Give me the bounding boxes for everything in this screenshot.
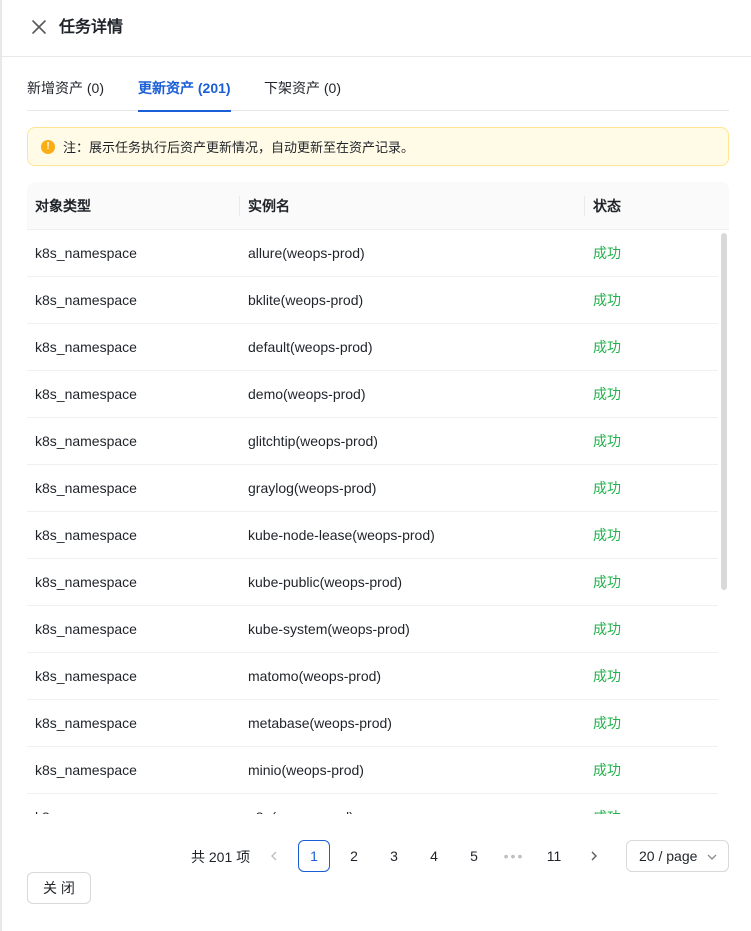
column-header-name: 实例名 [248, 198, 290, 214]
cell-instance-name: n8n(weops-prod) [248, 794, 354, 814]
page-2-button[interactable]: 2 [338, 840, 370, 872]
table-header: 对象类型 实例名 状态 [27, 182, 729, 230]
page-size-value: 20 / page [639, 848, 698, 864]
cell-instance-name: metabase(weops-prod) [248, 715, 392, 731]
pagination-total: 共 201 项 [191, 849, 251, 865]
asset-tabs: 新增资产 (0) 更新资产 (201) 下架资产 (0) [27, 66, 729, 112]
cell-instance-name: minio(weops-prod) [248, 762, 364, 778]
cell-status: 成功 [593, 574, 621, 590]
cell-object-type: k8s_namespace [35, 794, 137, 814]
table-row: k8s_namespace minio(weops-prod) 成功 [27, 747, 718, 794]
cell-status: 成功 [593, 480, 621, 496]
table-row: k8s_namespace demo(weops-prod) 成功 [27, 371, 718, 418]
cell-status: 成功 [593, 292, 621, 308]
close-icon[interactable] [30, 18, 48, 36]
cell-instance-name: kube-system(weops-prod) [248, 621, 410, 637]
page-3-button[interactable]: 3 [378, 840, 410, 872]
cell-object-type: k8s_namespace [35, 386, 137, 402]
cell-instance-name: default(weops-prod) [248, 339, 373, 355]
cell-object-type: k8s_namespace [35, 574, 137, 590]
cell-instance-name: graylog(weops-prod) [248, 480, 377, 496]
cell-object-type: k8s_namespace [35, 339, 137, 355]
column-divider [584, 196, 585, 216]
page-1-button[interactable]: 1 [298, 840, 330, 872]
column-header-type: 对象类型 [35, 198, 91, 214]
table-row: k8s_namespace matomo(weops-prod) 成功 [27, 653, 718, 700]
page-11-button[interactable]: 11 [538, 840, 570, 872]
drawer-title: 任务详情 [59, 19, 124, 36]
page-4-button[interactable]: 4 [418, 840, 450, 872]
column-divider [239, 196, 240, 216]
chevron-right-icon [591, 851, 597, 861]
table-row: k8s_namespace kube-system(weops-prod) 成功 [27, 606, 718, 653]
prev-page-button[interactable] [258, 840, 290, 872]
cell-status: 成功 [593, 621, 621, 637]
asset-table: 对象类型 实例名 状态 k8s_namespace allure(weops-pr… [27, 182, 729, 814]
drawer-header: 任务详情 [2, 0, 751, 57]
tab-new-assets[interactable]: 新增资产 (0) [27, 66, 104, 111]
chevron-down-icon [707, 854, 717, 860]
warning-icon: ! [41, 139, 55, 154]
page-ellipsis[interactable]: ••• [498, 840, 530, 872]
cell-status: 成功 [593, 527, 621, 543]
table-scrollbar[interactable] [721, 233, 727, 590]
alert-text: 注：展示任务执行后资产更新情况，自动更新至在资产记录。 [63, 140, 415, 155]
cell-instance-name: kube-node-lease(weops-prod) [248, 527, 435, 543]
cell-status: 成功 [593, 794, 621, 814]
cell-object-type: k8s_namespace [35, 715, 137, 731]
table-row: k8s_namespace n8n(weops-prod) 成功 [27, 794, 718, 814]
cell-status: 成功 [593, 245, 621, 261]
cell-object-type: k8s_namespace [35, 762, 137, 778]
table-row: k8s_namespace allure(weops-prod) 成功 [27, 230, 718, 277]
table-row: k8s_namespace metabase(weops-prod) 成功 [27, 700, 718, 747]
cell-status: 成功 [593, 762, 621, 778]
cell-instance-name: glitchtip(weops-prod) [248, 433, 378, 449]
tab-updated-assets[interactable]: 更新资产 (201) [138, 66, 231, 112]
chevron-left-icon [271, 851, 277, 861]
cell-instance-name: demo(weops-prod) [248, 386, 366, 402]
table-body: k8s_namespace allure(weops-prod) 成功 k8s_nam… [27, 230, 718, 814]
tab-removed-assets[interactable]: 下架资产 (0) [264, 66, 341, 111]
table-row: k8s_namespace kube-public(weops-prod) 成功 [27, 559, 718, 606]
cell-status: 成功 [593, 715, 621, 731]
table-row: k8s_namespace kube-node-lease(weops-prod)… [27, 512, 718, 559]
close-button[interactable]: 关 闭 [27, 872, 91, 904]
cell-instance-name: matomo(weops-prod) [248, 668, 382, 684]
page-5-button[interactable]: 5 [458, 840, 490, 872]
page-size-select[interactable]: 20 / page [626, 840, 729, 872]
cell-object-type: k8s_namespace [35, 480, 137, 496]
table-row: k8s_namespace default(weops-prod) 成功 [27, 324, 718, 371]
cell-status: 成功 [593, 433, 621, 449]
cell-object-type: k8s_namespace [35, 621, 137, 637]
table-row: k8s_namespace glitchtip(weops-prod) 成功 [27, 418, 718, 465]
info-alert: ! 注：展示任务执行后资产更新情况，自动更新至在资产记录。 [27, 127, 729, 166]
cell-object-type: k8s_namespace [35, 527, 137, 543]
cell-instance-name: kube-public(weops-prod) [248, 574, 403, 590]
cell-instance-name: bklite(weops-prod) [248, 292, 364, 308]
table-row: k8s_namespace bklite(weops-prod) 成功 [27, 277, 718, 324]
cell-object-type: k8s_namespace [35, 668, 137, 684]
next-page-button[interactable] [578, 840, 610, 872]
cell-instance-name: allure(weops-prod) [248, 245, 365, 261]
cell-object-type: k8s_namespace [35, 292, 137, 308]
cell-object-type: k8s_namespace [35, 245, 137, 261]
cell-status: 成功 [593, 668, 621, 684]
cell-object-type: k8s_namespace [35, 433, 137, 449]
column-header-status: 状态 [593, 198, 621, 214]
table-row: k8s_namespace graylog(weops-prod) 成功 [27, 465, 718, 512]
task-detail-drawer: 任务详情 新增资产 (0) 更新资产 (201) 下架资产 (0) ! 注：展示… [0, 0, 751, 931]
cell-status: 成功 [593, 339, 621, 355]
pagination: 共 201 项 1 2 3 4 5 ••• 11 20 / page [2, 840, 751, 872]
cell-status: 成功 [593, 386, 621, 402]
